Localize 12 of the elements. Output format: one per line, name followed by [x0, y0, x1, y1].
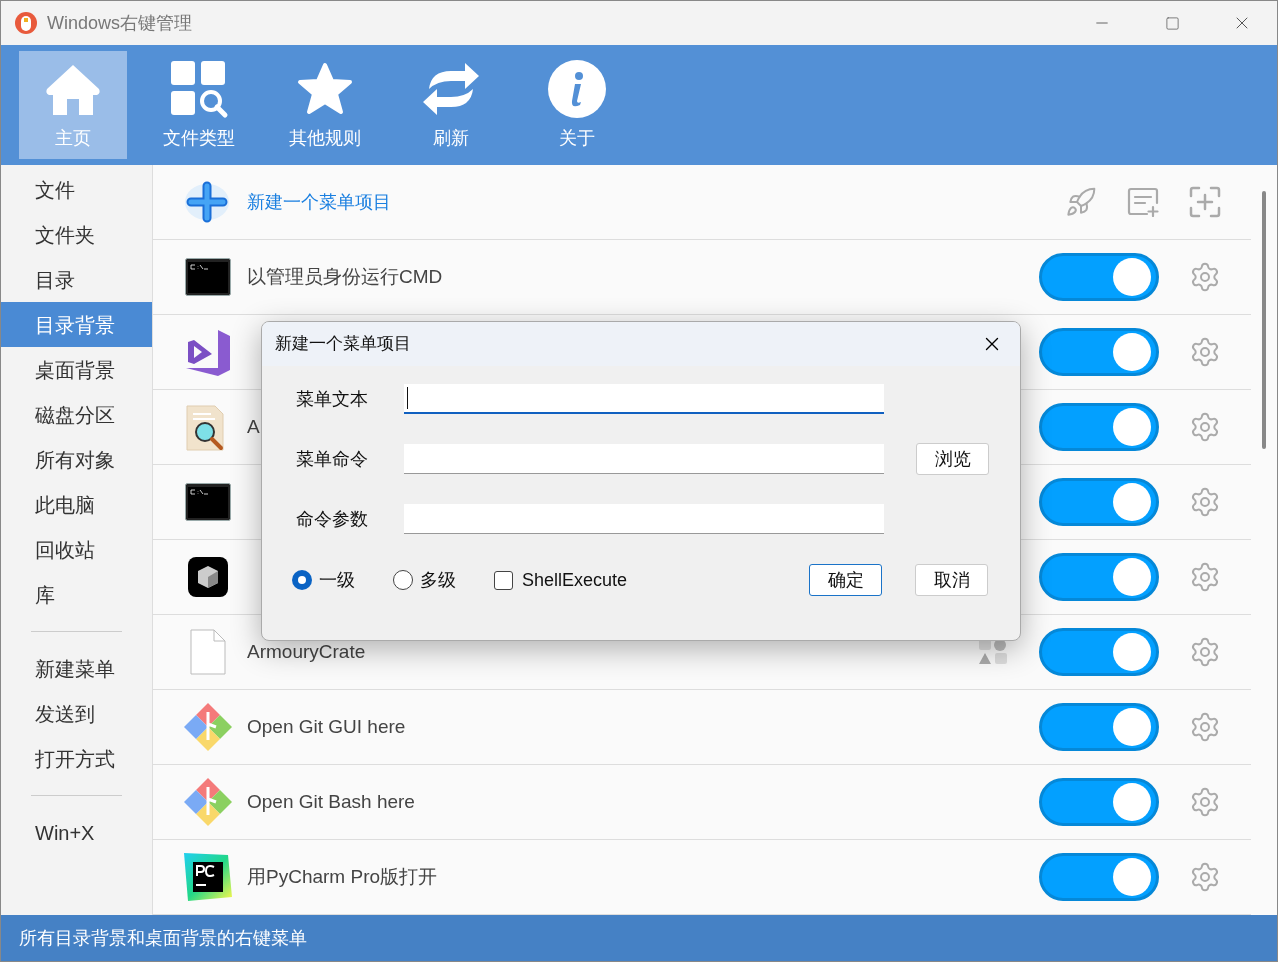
- menu-item-label: Open Git Bash here: [247, 789, 415, 814]
- field-label: 命令参数: [296, 507, 369, 531]
- field-label: 菜单命令: [296, 447, 369, 471]
- window-title: Windows右键管理: [47, 11, 193, 35]
- status-text: 所有目录背景和桌面背景的右键菜单: [19, 926, 307, 950]
- menu-item-label: 用PyCharm Pro版打开: [247, 864, 438, 889]
- menu-item-label: 以管理员身份运行CMD: [247, 264, 443, 289]
- dialog-title: 新建一个菜单项目: [275, 333, 411, 356]
- field-label: 菜单文本: [296, 387, 369, 411]
- menu-item-label: ArmouryCrate: [247, 639, 366, 664]
- menu-item-label: Open Git GUI here: [247, 714, 406, 739]
- menu-item-label: A: [247, 414, 260, 439]
